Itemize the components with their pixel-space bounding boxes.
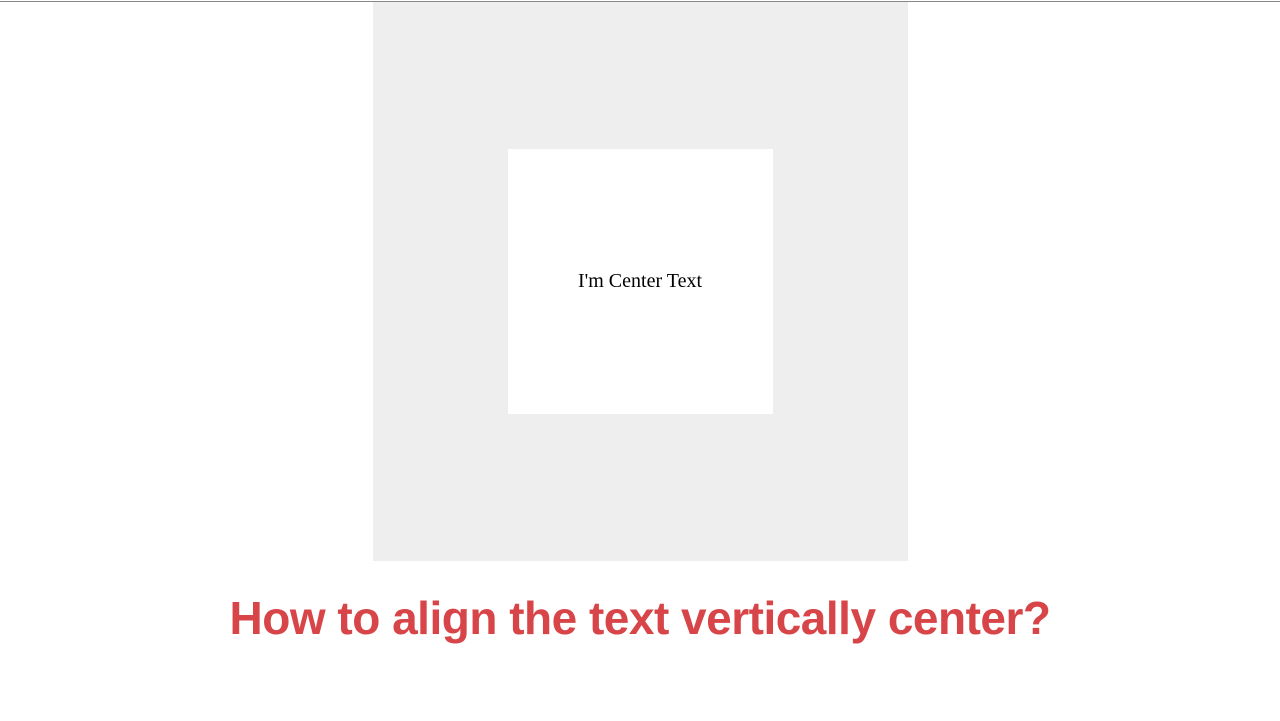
- demo-container: I'm Center Text: [373, 1, 908, 561]
- center-text: I'm Center Text: [578, 270, 702, 293]
- top-divider: [0, 1, 1280, 2]
- page-heading: How to align the text vertically center?: [0, 591, 1280, 645]
- inner-box: I'm Center Text: [508, 149, 773, 414]
